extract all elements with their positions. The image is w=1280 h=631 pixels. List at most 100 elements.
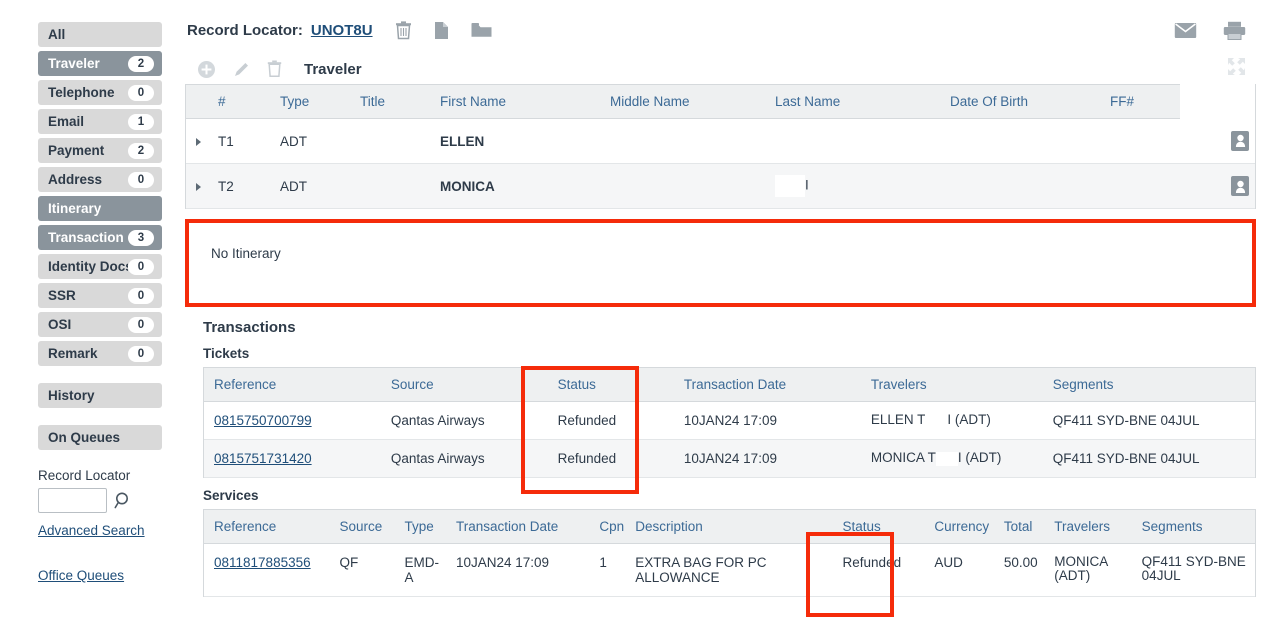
column-header-first-name[interactable]: First Name: [430, 84, 600, 119]
tickets-table-body: 0815750700799 Qantas Airways Refunded 10JAN…: [204, 401, 1255, 478]
sidebar-item-itinerary[interactable]: Itinerary: [38, 196, 162, 221]
printer-icon[interactable]: [1223, 21, 1246, 40]
column-header-date-of-birth[interactable]: Date Of Birth: [940, 84, 1100, 119]
cell-person-action[interactable]: [1180, 163, 1255, 209]
cell-reference: 0815751731420: [204, 439, 381, 478]
column-header-currency[interactable]: Currency: [924, 509, 994, 544]
column-header-source[interactable]: Source: [380, 367, 548, 402]
services-table-header-row: Reference Source Type Transaction Date Cpn De…: [204, 509, 1255, 544]
column-header-ff-[interactable]: FF#: [1100, 84, 1180, 119]
table-row[interactable]: T1 ADT ELLEN: [186, 118, 1255, 164]
table-row[interactable]: 0811817885356 QF EMD-A 10JAN24 17:09 1 EXTRA …: [204, 543, 1255, 597]
sidebar-item-telephone[interactable]: Telephone 0: [38, 80, 162, 105]
column-header-travelers[interactable]: Travelers: [1044, 509, 1132, 544]
redaction-block: [775, 130, 805, 152]
cell-travelers-name: ELLEN T: [870, 412, 926, 428]
folder-icon[interactable]: [471, 22, 492, 39]
column-header-travelers[interactable]: Travelers: [860, 367, 1043, 402]
cell-person-action[interactable]: [1180, 118, 1255, 164]
transactions-title: Transactions: [203, 319, 296, 336]
column-header--[interactable]: #: [208, 84, 270, 119]
sidebar-item-transaction[interactable]: Transaction 3: [38, 225, 162, 250]
cell-description: EXTRA BAG FOR PC ALLOWANCE: [625, 543, 833, 597]
column-header-segments[interactable]: Segments: [1131, 509, 1255, 544]
advanced-search-link[interactable]: Advanced Search: [38, 523, 145, 538]
header-right-icons: [1174, 21, 1256, 40]
sidebar-item-address[interactable]: Address 0: [38, 167, 162, 192]
person-icon[interactable]: [1231, 176, 1249, 196]
column-header-last-name[interactable]: Last Name: [765, 84, 940, 119]
column-header-middle-name[interactable]: Middle Name: [600, 84, 765, 119]
cell-transaction-date: 10JAN24 17:09: [673, 401, 861, 440]
add-circle-icon[interactable]: [197, 60, 216, 79]
edit-pencil-icon[interactable]: [232, 60, 251, 79]
column-header-transaction-date[interactable]: Transaction Date: [673, 367, 861, 402]
office-queues-link[interactable]: Office Queues: [38, 568, 124, 583]
chevron-right-icon[interactable]: [196, 137, 201, 146]
expand-arrows-icon[interactable]: [1227, 57, 1246, 81]
sidebar-item-label-on-queues: On Queues: [48, 430, 121, 445]
cell-travelers: ELLEN T I (ADT): [860, 401, 1043, 440]
column-header-expand[interactable]: [186, 84, 208, 119]
services-table-body: 0811817885356 QF EMD-A 10JAN24 17:09 1 EXTRA …: [204, 543, 1255, 597]
redaction-block: [935, 451, 958, 466]
record-locator-value-link[interactable]: UNOT8U: [311, 22, 373, 39]
column-header-type[interactable]: Type: [394, 509, 446, 544]
table-row[interactable]: 0815750700799 Qantas Airways Refunded 10JAN…: [204, 401, 1255, 440]
envelope-icon[interactable]: [1174, 22, 1197, 39]
traveler-table-header-row: # Type Title First Name Middle Name Last Name…: [186, 84, 1255, 119]
sidebar-item-traveler[interactable]: Traveler 2: [38, 51, 162, 76]
sidebar-item-remark[interactable]: Remark 0: [38, 341, 162, 366]
row-expand-toggle[interactable]: [186, 118, 208, 164]
column-header-title[interactable]: Title: [350, 84, 430, 119]
traveler-table-shell: # Type Title First Name Middle Name Last Name…: [185, 84, 1256, 209]
document-icon[interactable]: [434, 21, 449, 40]
sidebar-item-email[interactable]: Email 1: [38, 109, 162, 134]
cell-type: EMD-A: [394, 543, 446, 597]
table-row[interactable]: T2 ADT MONICA I: [186, 163, 1255, 209]
sidebar-item-all[interactable]: All: [38, 22, 162, 47]
cell-segments: QF411 SYD-BNE 04JUL: [1131, 543, 1255, 597]
cell-segments: QF411 SYD-BNE 04JUL: [1042, 401, 1255, 440]
ticket-reference-link[interactable]: 0815751731420: [214, 451, 312, 466]
sidebar-item-count-badge: 3: [128, 229, 154, 246]
chevron-right-icon[interactable]: [196, 182, 201, 191]
column-header-status[interactable]: Status: [832, 509, 925, 544]
cell-frequent-flyer-number: [1100, 118, 1180, 164]
column-header-reference[interactable]: Reference: [204, 367, 381, 402]
record-locator-input[interactable]: [38, 488, 107, 513]
column-header-status[interactable]: Status: [547, 367, 674, 402]
row-expand-toggle[interactable]: [186, 163, 208, 209]
cell-segments: QF411 SYD-BNE 04JUL: [1042, 439, 1255, 478]
column-header-transaction-date[interactable]: Transaction Date: [446, 509, 590, 544]
trash-icon[interactable]: [395, 20, 412, 40]
service-reference-link[interactable]: 0811817885356: [214, 555, 311, 570]
trash-icon-traveler[interactable]: [267, 60, 282, 78]
services-title: Services: [203, 488, 259, 503]
sidebar-item-identity-docs[interactable]: Identity Docs 0: [38, 254, 162, 279]
tickets-table-shell: Reference Source Status Transaction Date Tra…: [203, 367, 1256, 478]
sidebar-item-ssr[interactable]: SSR 0: [38, 283, 162, 308]
column-header-source[interactable]: Source: [329, 509, 395, 544]
ticket-reference-link[interactable]: 0815750700799: [214, 413, 312, 428]
column-header-cpn[interactable]: Cpn: [589, 509, 626, 544]
table-row[interactable]: 0815751731420 Qantas Airways Refunded 10JAN…: [204, 439, 1255, 478]
cell-first-name: MONICA: [430, 163, 600, 209]
sidebar-item-osi[interactable]: OSI 0: [38, 312, 162, 337]
column-header-description[interactable]: Description: [625, 509, 833, 544]
column-header-reference[interactable]: Reference: [204, 509, 330, 544]
column-header-total[interactable]: Total: [993, 509, 1045, 544]
sidebar-item-history[interactable]: History: [38, 383, 162, 408]
sidebar-item-payment[interactable]: Payment 2: [38, 138, 162, 163]
column-header-segments[interactable]: Segments: [1042, 367, 1255, 402]
sidebar-item-count-badge: 0: [128, 287, 154, 304]
sidebar-item-on-queues[interactable]: On Queues: [38, 425, 162, 450]
search-icon[interactable]: [114, 491, 133, 510]
cell-last-name: I: [765, 163, 940, 209]
cell-status: Refunded: [832, 543, 925, 597]
person-icon[interactable]: [1231, 130, 1249, 151]
column-header-type[interactable]: Type: [270, 84, 350, 119]
services-table: Reference Source Type Transaction Date Cpn De…: [204, 509, 1255, 597]
cell-total: 50.00: [993, 543, 1045, 597]
